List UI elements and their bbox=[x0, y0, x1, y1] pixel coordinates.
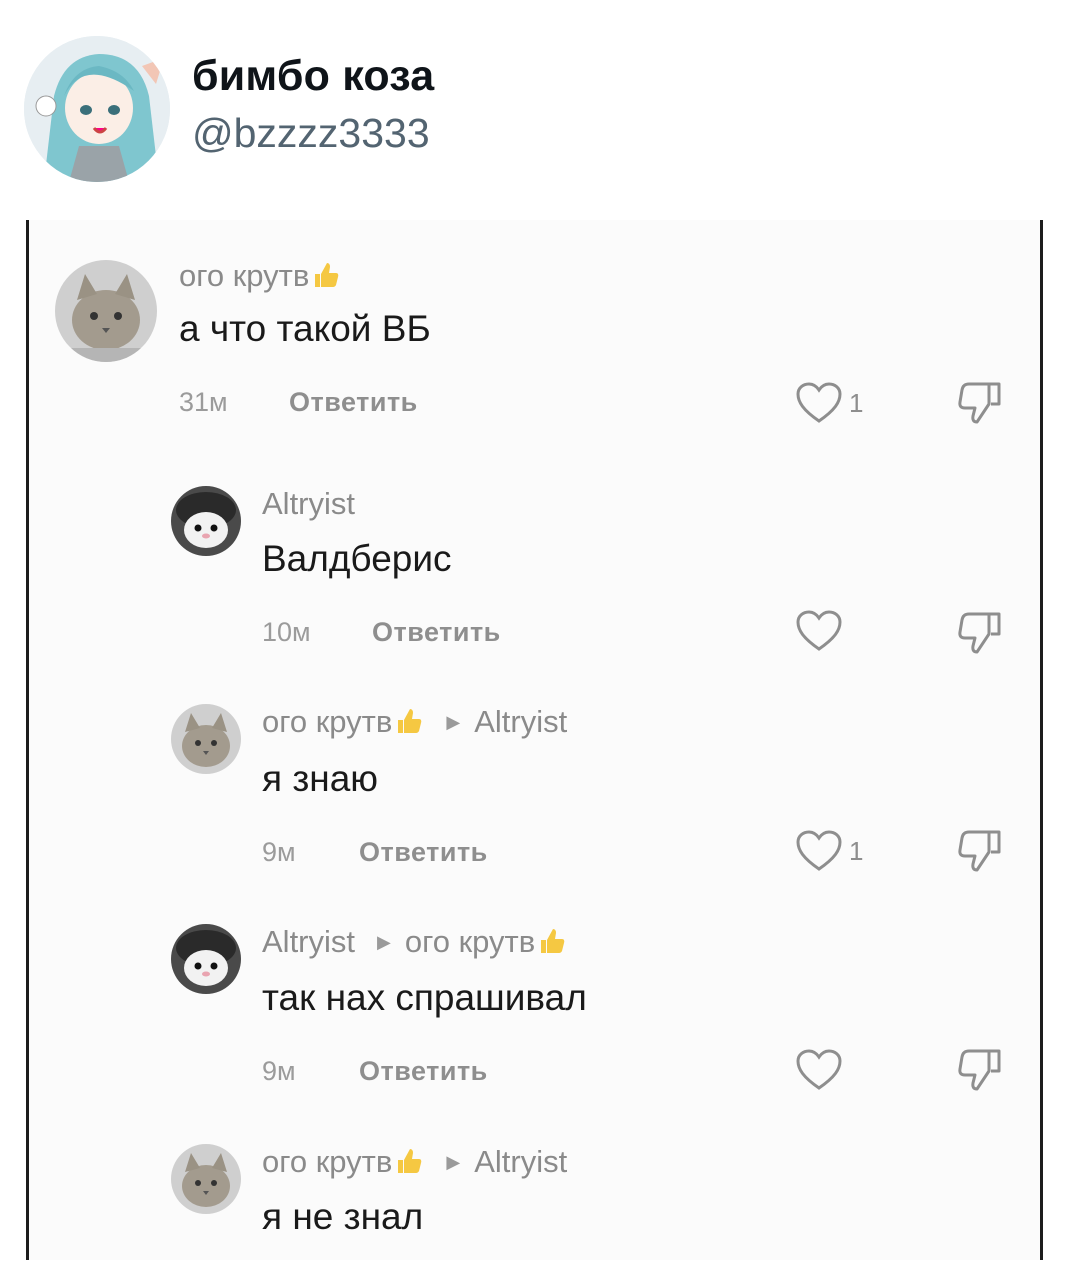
comment-text: Валдберис bbox=[262, 538, 452, 579]
mushroom-avatar[interactable] bbox=[171, 924, 241, 994]
like-button[interactable] bbox=[795, 610, 849, 652]
reply-button[interactable]: Ответить bbox=[359, 1056, 488, 1087]
comment-text: так нах спрашивал bbox=[262, 977, 587, 1018]
comment-text: я знаю bbox=[262, 758, 379, 799]
thumbs-up-emoji-icon bbox=[398, 709, 422, 733]
avatar[interactable] bbox=[24, 36, 170, 182]
comment-author[interactable]: ого крутв bbox=[179, 258, 341, 294]
thumbs-down-outline-icon bbox=[958, 612, 1001, 654]
like-count: 1 bbox=[849, 835, 864, 866]
thumbs-down-outline-icon bbox=[958, 1049, 1001, 1091]
cat-avatar[interactable] bbox=[171, 1144, 241, 1214]
thumbs-up-emoji-icon bbox=[315, 263, 339, 287]
tweet-header: бимбо коза @bzzzz3333 bbox=[0, 0, 1069, 200]
comment-time: 10м bbox=[262, 617, 311, 647]
reply-button[interactable]: Ответить bbox=[289, 387, 418, 418]
dislike-button[interactable] bbox=[957, 828, 1005, 877]
like-button[interactable]: 1 bbox=[795, 830, 863, 872]
like-count: 1 bbox=[849, 387, 864, 418]
reply-button[interactable]: Ответить bbox=[372, 617, 501, 648]
thumbs-down-outline-icon bbox=[958, 382, 1001, 424]
display-name[interactable]: бимбо коза bbox=[192, 52, 434, 101]
heart-outline-icon bbox=[796, 610, 842, 651]
comment-author[interactable]: Altryist ▶ ого крутв bbox=[262, 924, 567, 960]
comment-author[interactable]: ого крутв ▶ Altryist bbox=[262, 1144, 567, 1180]
cat-photo-icon bbox=[171, 704, 241, 774]
cat-photo-icon bbox=[171, 1144, 241, 1214]
anime-avatar-icon bbox=[24, 36, 170, 182]
heart-outline-icon bbox=[796, 1049, 842, 1090]
dislike-button[interactable] bbox=[957, 610, 1005, 659]
comment-time: 31м bbox=[179, 387, 228, 417]
comment-time: 9м bbox=[262, 1056, 296, 1086]
user-handle[interactable]: @bzzzz3333 bbox=[192, 110, 430, 157]
mushroom-avatar[interactable] bbox=[171, 486, 241, 556]
heart-outline-icon bbox=[796, 830, 842, 871]
comment-text: я не знал bbox=[262, 1196, 424, 1237]
thumbs-up-emoji-icon bbox=[541, 929, 565, 953]
comment-time: 9м bbox=[262, 837, 296, 867]
dislike-button[interactable] bbox=[957, 1047, 1005, 1096]
heart-outline-icon bbox=[796, 382, 842, 423]
comment-author[interactable]: ого крутв ▶ Altryist bbox=[262, 704, 567, 740]
reply-button[interactable]: Ответить bbox=[359, 837, 488, 868]
cat-avatar[interactable] bbox=[55, 260, 157, 362]
plush-photo-icon bbox=[171, 486, 241, 556]
comment-author[interactable]: Altryist bbox=[262, 486, 355, 522]
triangle-right-icon: ▶ bbox=[446, 1152, 461, 1172]
like-button[interactable]: 1 bbox=[795, 382, 863, 424]
comment-text: а что такой ВБ bbox=[179, 308, 431, 349]
dislike-button[interactable] bbox=[957, 380, 1005, 429]
triangle-right-icon: ▶ bbox=[377, 932, 391, 952]
thumbs-down-outline-icon bbox=[958, 830, 1001, 872]
thumbs-up-emoji-icon bbox=[398, 1149, 422, 1173]
triangle-right-icon: ▶ bbox=[446, 712, 461, 732]
plush-photo-icon bbox=[171, 924, 241, 994]
embedded-screenshot: ого крутв а что такой ВБ 31м Ответить 1 … bbox=[26, 220, 1043, 1260]
cat-photo-icon bbox=[55, 260, 157, 362]
like-button[interactable] bbox=[795, 1049, 849, 1091]
fade-overlay bbox=[29, 1236, 1040, 1260]
cat-avatar[interactable] bbox=[171, 704, 241, 774]
